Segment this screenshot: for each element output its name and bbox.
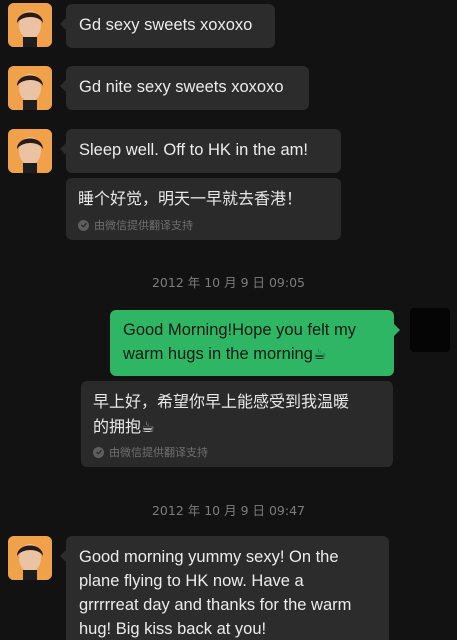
message-text-line2: warm hugs in the morning xyxy=(123,345,313,363)
message-text-line1: Good Morning!Hope you felt my xyxy=(123,321,356,339)
message-bubble-3[interactable]: Sleep well. Off to HK in the am! xyxy=(60,129,341,173)
message-text: Sleep well. Off to HK in the am! xyxy=(79,141,308,159)
translation-note: 由微信提供翻译支持 xyxy=(93,444,381,460)
translation-box[interactable]: 睡个好觉，明天一早就去香港！ 由微信提供翻译支持 xyxy=(66,178,341,240)
check-icon xyxy=(78,219,89,231)
message-bubble-5[interactable]: Good morning yummy sexy! On the plane fl… xyxy=(60,536,389,640)
contact-avatar[interactable] xyxy=(8,129,52,173)
timestamp: 2012 年 10 月 9 日 09:47 xyxy=(151,503,306,518)
coffee-emoji: ☕ xyxy=(312,345,327,363)
contact-avatar-image xyxy=(8,66,52,110)
message-text-line4: hug! Big kiss back at you! xyxy=(79,620,267,638)
contact-avatar-image xyxy=(8,3,52,47)
check-icon xyxy=(93,446,104,458)
translation-note-text: 由微信提供翻译支持 xyxy=(109,446,208,459)
message-text-line2-row: warm hugs in the morning☕ xyxy=(123,342,381,366)
message-text: Gd sexy sweets xoxoxo xyxy=(79,16,253,34)
translation-box[interactable]: 早上好，希望你早上能感受到我温暖 的拥抱☕ 由微信提供翻译支持 xyxy=(81,381,393,467)
message-bubble-1[interactable]: Gd sexy sweets xoxoxo xyxy=(60,4,275,48)
contact-avatar[interactable] xyxy=(8,536,52,580)
translation-text-line1: 早上好，希望你早上能感受到我温暖 xyxy=(93,392,350,411)
contact-avatar[interactable] xyxy=(8,66,52,110)
contact-avatar-image xyxy=(8,536,52,580)
message-text-line3: grrrrreat day and thanks for the warm xyxy=(79,596,352,614)
message-text-line2: plane flying to HK now. Have a xyxy=(79,572,304,590)
message-text-line1: Good morning yummy sexy! On the xyxy=(79,548,339,566)
coffee-emoji: ☕ xyxy=(141,418,155,436)
translation-note-text: 由微信提供翻译支持 xyxy=(94,219,193,232)
translation-note: 由微信提供翻译支持 xyxy=(78,217,329,233)
contact-avatar[interactable] xyxy=(8,3,52,47)
translation-text-line2-row: 的拥抱☕ xyxy=(93,414,381,440)
translation-text: 睡个好觉，明天一早就去香港！ xyxy=(78,189,303,208)
contact-avatar-image xyxy=(8,129,52,173)
self-avatar[interactable] xyxy=(410,308,450,352)
timestamp: 2012 年 10 月 9 日 09:05 xyxy=(151,275,306,290)
message-bubble-outgoing[interactable]: Good Morning!Hope you felt my warm hugs … xyxy=(110,310,400,376)
message-bubble-2[interactable]: Gd nite sexy sweets xoxoxo xyxy=(60,66,309,110)
translation-text-line2: 的拥抱 xyxy=(93,417,142,436)
message-text: Gd nite sexy sweets xoxoxo xyxy=(79,78,284,96)
